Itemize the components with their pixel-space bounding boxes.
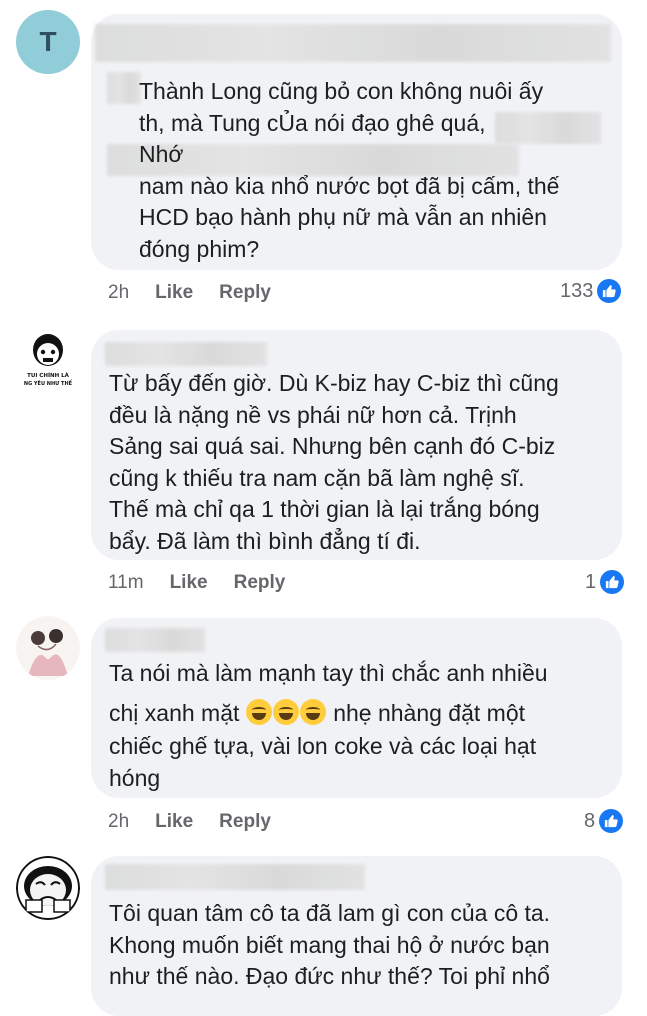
comment-bubble: Ta nói mà làm mạnh tay thì chắc anh nhiề…: [91, 618, 622, 798]
redacted-name: [105, 342, 267, 366]
comment-bubble: Từ bấy đến giờ. Dù K-biz hay C-biz thì c…: [91, 330, 622, 560]
comment-text: Thành Long cũng bỏ con không nuôi ấy th,…: [139, 78, 560, 262]
avatar[interactable]: [16, 616, 80, 680]
reaction-summary[interactable]: 133: [560, 279, 622, 303]
avatar-caption: NG YÊU NHƯ THẾ: [24, 379, 73, 387]
reply-button[interactable]: Reply: [219, 811, 271, 833]
rofl-emoji-icon: [245, 698, 272, 725]
comment-actions: 11m Like Reply: [108, 570, 311, 596]
comment-text-line: chị xanh mặt: [109, 699, 240, 726]
avatar[interactable]: TUI CHÍNH LÀ NG YÊU NHƯ THẾ: [16, 328, 80, 392]
reaction-count: 1: [585, 570, 597, 593]
comment-text-line: nhẹ nhàng đặt một: [333, 699, 526, 726]
rofl-emoji-icon: [272, 698, 299, 725]
reaction-count: 8: [584, 809, 596, 832]
avatar-caption: TUI CHÍNH LÀ: [27, 371, 69, 379]
like-button[interactable]: Like: [155, 282, 193, 304]
comment-actions: 2h Like Reply: [108, 809, 297, 835]
comment-time: 2h: [108, 811, 130, 832]
redacted-name: [105, 628, 205, 652]
comment-bubble: Tôi quan tâm cô ta đã lam gì con của cô …: [91, 856, 622, 1016]
rofl-emoji-icon: [299, 698, 326, 725]
reply-button[interactable]: Reply: [234, 572, 286, 594]
comment-text: Từ bấy đến giờ. Dù K-biz hay C-biz thì c…: [109, 370, 559, 554]
comment-time: 2h: [108, 282, 130, 303]
redacted-name: [105, 864, 365, 890]
redacted-name: [95, 24, 611, 62]
reaction-summary[interactable]: 8: [584, 809, 624, 833]
like-thumb-icon: [600, 570, 625, 594]
like-button[interactable]: Like: [170, 572, 208, 594]
comment-text-line: chiếc ghế tựa, vài lon coke và các loại …: [109, 733, 537, 791]
reaction-count: 133: [560, 279, 594, 302]
avatar[interactable]: [16, 856, 80, 920]
comment-text: Ta nói mà làm mạnh tay thì chắc anh nhiề…: [109, 658, 606, 794]
reply-button[interactable]: Reply: [219, 282, 271, 304]
comment-time: 11m: [108, 572, 144, 593]
comment-text-line: Ta nói mà làm mạnh tay thì chắc anh nhiề…: [109, 660, 548, 686]
redacted-text: [107, 72, 141, 104]
like-thumb-icon: [599, 809, 624, 833]
comment-text: Tôi quan tâm cô ta đã lam gì con của cô …: [109, 900, 551, 989]
comment-actions: 2h Like Reply: [108, 280, 297, 306]
reaction-summary[interactable]: 1: [585, 570, 625, 594]
like-thumb-icon: [597, 279, 622, 303]
like-button[interactable]: Like: [155, 811, 193, 833]
comment-bubble: Thành Long cũng bỏ con không nuôi ấy th,…: [91, 14, 622, 270]
avatar[interactable]: T: [16, 10, 80, 74]
